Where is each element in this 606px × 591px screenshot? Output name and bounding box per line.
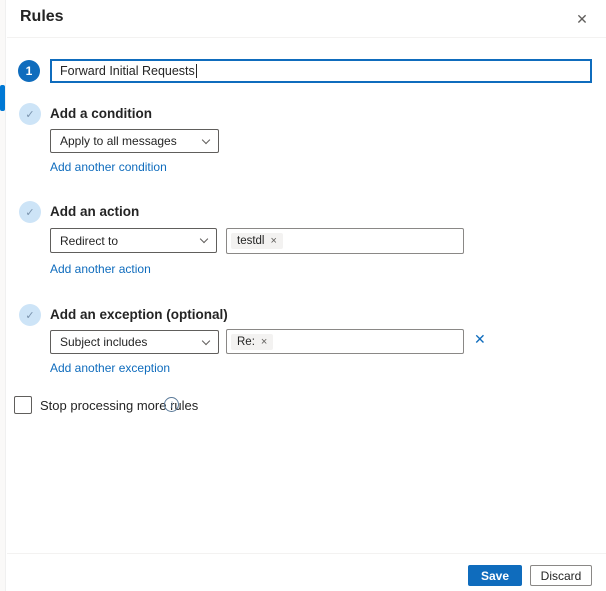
condition-dropdown-value: Apply to all messages: [60, 134, 177, 148]
condition-check-icon: ✓: [19, 103, 41, 125]
action-heading: Add an action: [50, 204, 140, 219]
condition-heading: Add a condition: [50, 106, 152, 121]
recipient-chip: testdl ×: [231, 233, 283, 249]
save-button[interactable]: Save: [468, 565, 522, 586]
header-divider: [7, 37, 606, 38]
add-another-exception-link[interactable]: Add another exception: [50, 361, 170, 375]
exception-chip-label: Re:: [237, 335, 255, 348]
action-check-icon: ✓: [19, 201, 41, 223]
rule-name-input[interactable]: Forward Initial Requests: [50, 59, 592, 83]
close-icon[interactable]: ✕: [570, 7, 594, 31]
rule-name-value: Forward Initial Requests: [60, 64, 195, 78]
exception-chip: Re: ×: [231, 333, 274, 350]
exception-heading: Add an exception (optional): [50, 307, 228, 322]
action-dropdown-value: Redirect to: [60, 233, 119, 248]
condition-dropdown[interactable]: Apply to all messages: [50, 129, 219, 153]
chevron-down-icon: [201, 135, 211, 144]
rules-panel: Rules ✕ 1 Forward Initial Requests ✓ Add…: [0, 0, 606, 591]
chevron-down-icon: [201, 336, 211, 345]
add-another-condition-link[interactable]: Add another condition: [50, 160, 167, 174]
stop-processing-checkbox[interactable]: [14, 396, 32, 414]
exception-dropdown-value: Subject includes: [60, 335, 148, 349]
remove-exception-icon[interactable]: ✕: [474, 331, 486, 348]
exception-dropdown[interactable]: Subject includes: [50, 330, 219, 354]
recipient-chip-label: testdl: [237, 235, 265, 247]
page-title: Rules: [20, 8, 64, 25]
chip-remove-icon[interactable]: ×: [271, 235, 277, 247]
step-number-badge: 1: [18, 60, 40, 82]
discard-button[interactable]: Discard: [530, 565, 592, 586]
action-recipient-input[interactable]: testdl ×: [226, 228, 464, 254]
add-another-action-link[interactable]: Add another action: [50, 262, 151, 276]
chevron-down-icon: [199, 234, 209, 244]
chip-remove-icon[interactable]: ×: [261, 336, 267, 348]
exception-check-icon: ✓: [19, 304, 41, 326]
info-icon[interactable]: i: [164, 397, 179, 412]
action-dropdown[interactable]: Redirect to: [50, 228, 217, 253]
footer-divider: [7, 553, 606, 554]
exception-value-input[interactable]: Re: ×: [226, 329, 464, 354]
text-caret: [195, 64, 197, 78]
nav-selection-indicator: [0, 85, 5, 111]
